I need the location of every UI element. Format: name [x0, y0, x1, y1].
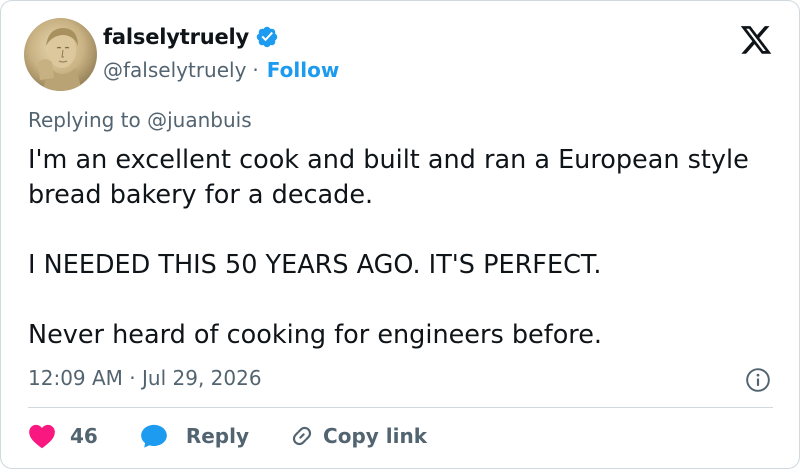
copy-link-button[interactable]: Copy link: [289, 423, 427, 449]
avatar-statue-image: [38, 28, 82, 91]
heart-icon: [29, 424, 55, 449]
verified-badge-icon: [256, 26, 278, 48]
link-icon: [292, 426, 312, 446]
user-display-name[interactable]: falselytruely: [103, 25, 279, 49]
speech-bubble-icon: [141, 424, 167, 448]
copy-link-label: Copy link: [323, 424, 428, 448]
handle-row: @falselytruely · Follow: [103, 58, 339, 82]
tweet-paragraph: I NEEDED THIS 50 YEARS AGO. IT'S PERFECT…: [28, 250, 602, 280]
reply-label: Reply: [185, 424, 250, 448]
tweet-timestamp[interactable]: 12:09 AM · Jul 29, 2026: [28, 366, 262, 390]
display-name-text[interactable]: falselytruely: [103, 25, 249, 49]
like-button[interactable]: 46: [28, 423, 98, 449]
tweet-card: falselytruely @falselytruely · Follow Re…: [0, 0, 800, 469]
tweet-paragraph: Never heard of cooking for engineers bef…: [28, 320, 603, 350]
reply-button[interactable]: Reply: [140, 423, 249, 449]
handle-separator: ·: [252, 58, 259, 82]
user-handle[interactable]: @falselytruely: [103, 58, 246, 82]
follow-button[interactable]: Follow: [267, 58, 340, 82]
x-logo-icon[interactable]: [739, 25, 773, 57]
action-bar: 46 Reply Copy link: [28, 423, 427, 449]
reply-context[interactable]: Replying to @juanbuis: [28, 108, 252, 132]
tweet-text: I'm an excellent cook and built and ran …: [28, 143, 788, 353]
avatar[interactable]: [24, 18, 97, 91]
tweet-paragraph: I'm an excellent cook and built and ran …: [28, 145, 749, 210]
like-count: 46: [70, 424, 98, 448]
info-icon[interactable]: [745, 367, 771, 393]
divider: [28, 407, 773, 408]
